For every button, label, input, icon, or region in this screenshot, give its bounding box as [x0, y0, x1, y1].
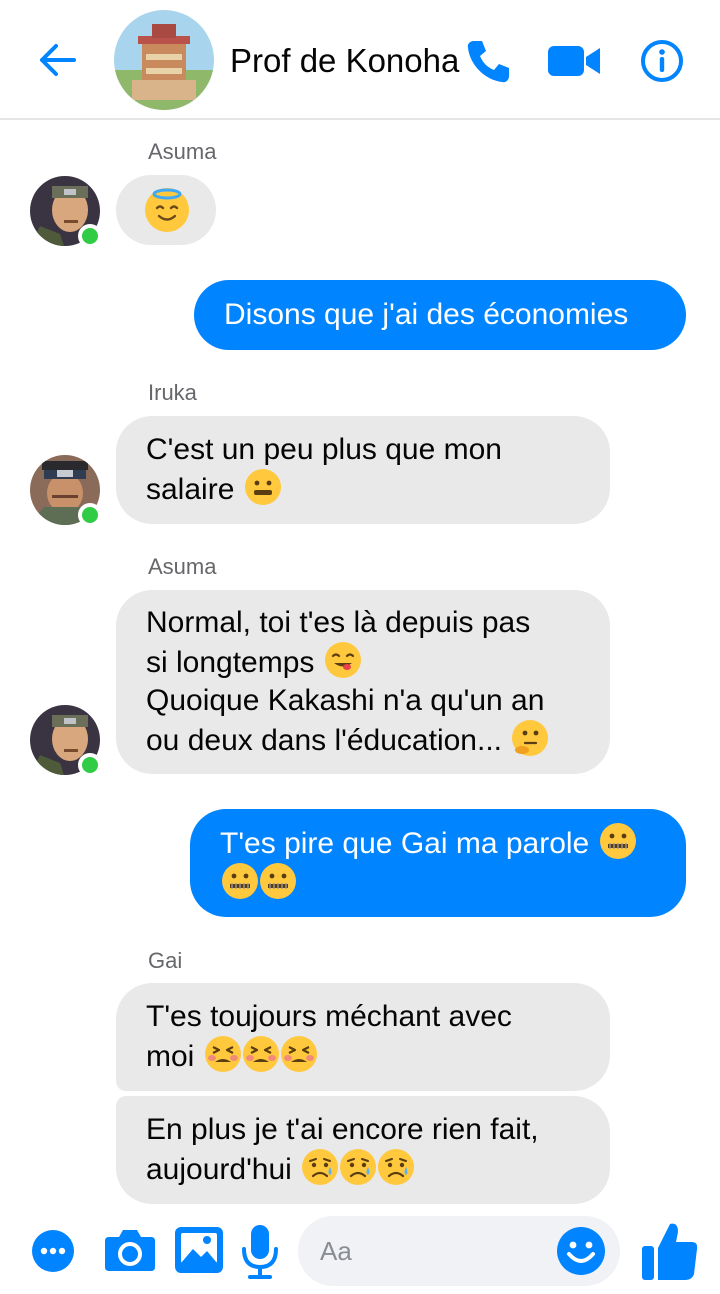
- smiley-icon: [557, 1227, 605, 1275]
- innocent-halo-face-icon: [145, 188, 189, 232]
- gallery-button[interactable]: [172, 1224, 226, 1276]
- disappointed-relieved-face-icon: [302, 1149, 339, 1185]
- video-call-button[interactable]: [548, 36, 600, 86]
- message-bubble-outgoing[interactable]: Disons que j'ai des économies: [194, 280, 686, 350]
- disappointed-relieved-face-icon: [340, 1149, 377, 1185]
- persevering-face-icon: [242, 1036, 279, 1072]
- yum-face-icon: [324, 642, 361, 678]
- camera-icon: [105, 1230, 155, 1271]
- message-bubble[interactable]: [116, 175, 216, 245]
- message-bubble[interactable]: Normal, toi t'es là depuis pas si longte…: [116, 590, 610, 774]
- conversation-header: Prof de Konoha: [0, 0, 720, 120]
- video-camera-icon: [548, 46, 600, 76]
- back-button[interactable]: [34, 36, 82, 84]
- sender-name: Iruka: [148, 380, 197, 405]
- persevering-face-icon: [204, 1036, 241, 1072]
- thinking-face-icon: [512, 720, 549, 756]
- image-gallery-icon: [175, 1227, 223, 1273]
- microphone-icon: [242, 1225, 278, 1279]
- grimacing-face-icon: [244, 469, 281, 505]
- message-text: T'es toujours méchant avec moi: [146, 1000, 512, 1073]
- info-button[interactable]: [636, 36, 688, 86]
- message-composer: [0, 1210, 720, 1294]
- conversation-title: Prof de Konoha: [230, 42, 460, 79]
- phone-icon: [467, 41, 509, 83]
- avatar-asuma[interactable]: [30, 705, 102, 777]
- avatar-asuma[interactable]: [30, 176, 102, 248]
- zipper-mouth-face-icon: [599, 823, 636, 859]
- group-avatar[interactable]: [114, 10, 214, 110]
- zipper-mouth-face-icon: [260, 863, 296, 899]
- message-text: C'est un peu plus que mon salaire: [146, 433, 502, 506]
- more-dots-icon: [40, 1247, 66, 1255]
- online-status-dot: [78, 753, 102, 777]
- zipper-mouth-face-icon: [222, 863, 258, 899]
- sender-name: Gai: [148, 948, 183, 973]
- message-input[interactable]: [320, 1230, 550, 1272]
- message-text: T'es pire que Gai ma parole: [220, 827, 590, 860]
- thumbs-up-icon: [642, 1223, 698, 1280]
- voice-call-button[interactable]: [462, 36, 514, 86]
- arrow-left-icon: [40, 44, 76, 76]
- online-status-dot: [78, 503, 102, 527]
- sender-name: Asuma: [148, 139, 217, 164]
- message-text: Quoique Kakashi n'a qu'un an ou deux dan…: [146, 684, 545, 757]
- more-actions-button[interactable]: [32, 1230, 74, 1272]
- message-text: Disons que j'ai des économies: [224, 298, 629, 331]
- camera-button[interactable]: [102, 1224, 158, 1276]
- message-bubble-outgoing[interactable]: T'es pire que Gai ma parole: [190, 809, 686, 917]
- info-icon: [641, 40, 683, 82]
- emoji-button[interactable]: [556, 1226, 606, 1276]
- message-bubble[interactable]: T'es toujours méchant avec moi: [116, 983, 610, 1091]
- avatar-iruka[interactable]: [30, 455, 102, 527]
- message-bubble[interactable]: En plus je t'ai encore rien fait, aujour…: [116, 1096, 610, 1204]
- persevering-face-icon: [280, 1036, 317, 1072]
- message-bubble[interactable]: C'est un peu plus que mon salaire: [116, 416, 610, 524]
- disappointed-relieved-face-icon: [378, 1149, 415, 1185]
- voice-message-button[interactable]: [238, 1222, 282, 1282]
- like-button[interactable]: [638, 1218, 702, 1284]
- sender-name: Asuma: [148, 554, 217, 579]
- online-status-dot: [78, 224, 102, 248]
